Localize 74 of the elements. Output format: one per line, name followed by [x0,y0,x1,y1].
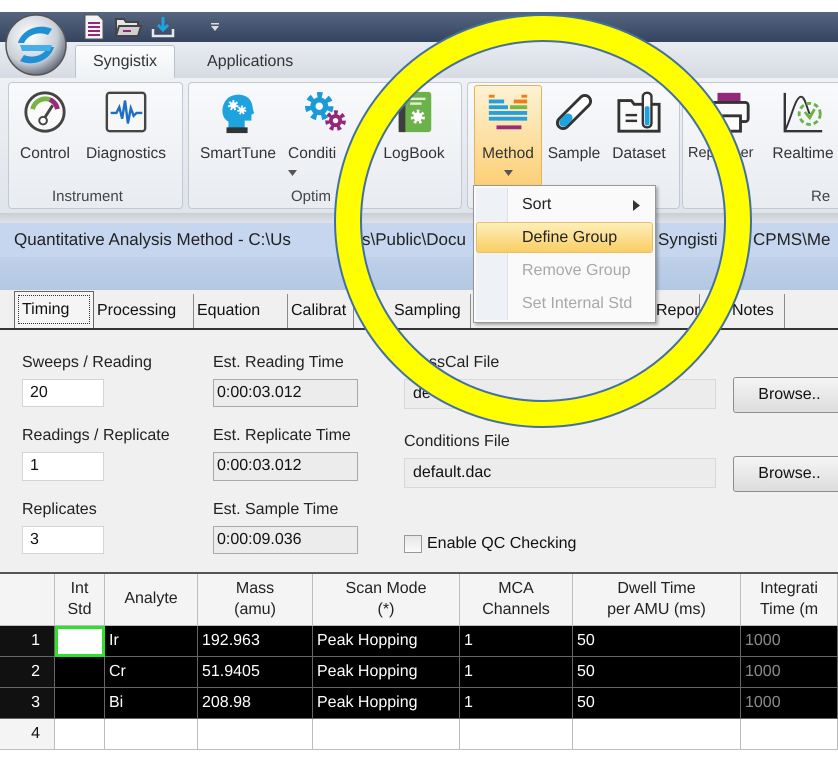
field-label: Readings / Replicate [22,426,170,446]
ribbon-tab[interactable]: Syngistix [75,45,176,78]
ribbon-button[interactable]: Conditi [281,85,345,186]
table-cell[interactable]: 1 [460,688,573,719]
tab[interactable]: Timing [14,291,94,328]
ribbon-button[interactable]: SmartTune [195,85,281,186]
table-row[interactable]: 2 Cr 51.9405 Peak Hopping 1 50 1000 [0,657,838,688]
file-field[interactable]: default.dac [404,458,716,488]
field-label: Sweeps / Reading [22,353,152,373]
table-cell[interactable] [741,719,838,750]
table-cell[interactable] [55,626,105,657]
row-header[interactable]: 1 [0,626,55,657]
tab[interactable]: Sampling [391,294,471,328]
field-label: Replicates [22,500,97,520]
group-label: Optim [291,187,332,207]
checkbox[interactable] [404,535,422,553]
browse-button[interactable]: Browse.. [733,456,838,492]
table-cell[interactable]: 50 [573,688,741,719]
table-row[interactable]: 1 Ir 192.963 Peak Hopping 1 50 1000 [0,626,838,657]
checkbox-label: Enable QC Checking [427,534,576,554]
ribbon-button[interactable]: Method [474,85,542,186]
tab[interactable]: Equation [194,294,288,328]
ribbon-button[interactable]: Sample [542,85,606,186]
table-cell[interactable] [573,719,741,750]
field-label: Conditions File [404,432,510,452]
browse-button[interactable]: Browse.. [733,377,838,413]
folder-icon[interactable] [114,15,142,39]
caret-icon [504,170,512,176]
readonly-field: 0:00:03.012 [213,379,358,408]
tab[interactable]: Processing [94,294,194,328]
ribbon-tab[interactable]: Applications [189,45,312,78]
table-cell[interactable]: Peak Hopping [313,688,460,719]
ribbon-button[interactable]: Dataset [606,85,672,186]
field-label: Est. Reading Time [213,353,344,373]
table-cell[interactable] [105,719,198,750]
input-field[interactable]: 3 [22,526,104,554]
new-document-icon[interactable] [82,14,106,40]
table-cell[interactable] [55,688,105,719]
field-label: Est. Sample Time [213,500,338,520]
waveform-icon [103,89,149,135]
table-row[interactable]: 4 [0,719,838,750]
table-cell[interactable] [55,719,105,750]
table-cell[interactable] [313,719,460,750]
group-label: Instrument [52,187,123,207]
row-header[interactable]: 2 [0,657,55,688]
app-logo[interactable] [4,13,68,77]
input-field[interactable]: 1 [22,452,104,481]
folder-tube-icon [616,89,662,135]
menu-item[interactable]: Define Group [476,222,653,253]
readonly-field: 0:00:09.036 [213,526,358,554]
table-cell[interactable]: 1000 [741,688,838,719]
submenu-arrow-icon [633,200,640,211]
gauge-icon [22,89,68,135]
table-cell[interactable] [198,719,313,750]
ribbon-button[interactable]: Control [13,85,77,186]
input-field[interactable]: 20 [22,379,104,408]
table-cell[interactable]: 208.98 [198,688,313,719]
tab[interactable]: Calibrat [288,294,354,328]
tab[interactable]: Notes [729,294,785,328]
table-cell[interactable] [460,719,573,750]
group-label: Re [811,187,830,207]
customize-menu-icon[interactable] [210,22,220,32]
download-icon[interactable] [150,15,176,39]
ribbon-button[interactable]: Diagnostics [77,85,175,186]
table-row[interactable]: 3 Bi 208.98 Peak Hopping 1 50 1000 [0,688,838,719]
readonly-field: 0:00:03.012 [213,452,358,481]
row-header[interactable]: 4 [0,719,55,750]
ribbon-button[interactable]: LogBook [377,85,451,186]
field-label: Est. Replicate Time [213,426,351,446]
caret-icon [288,170,297,176]
row-header[interactable]: 3 [0,688,55,719]
table-cell[interactable]: Bi [105,688,198,719]
menu-item[interactable]: Sort [476,189,653,220]
ribbon-button[interactable]: Realtime [767,85,838,186]
